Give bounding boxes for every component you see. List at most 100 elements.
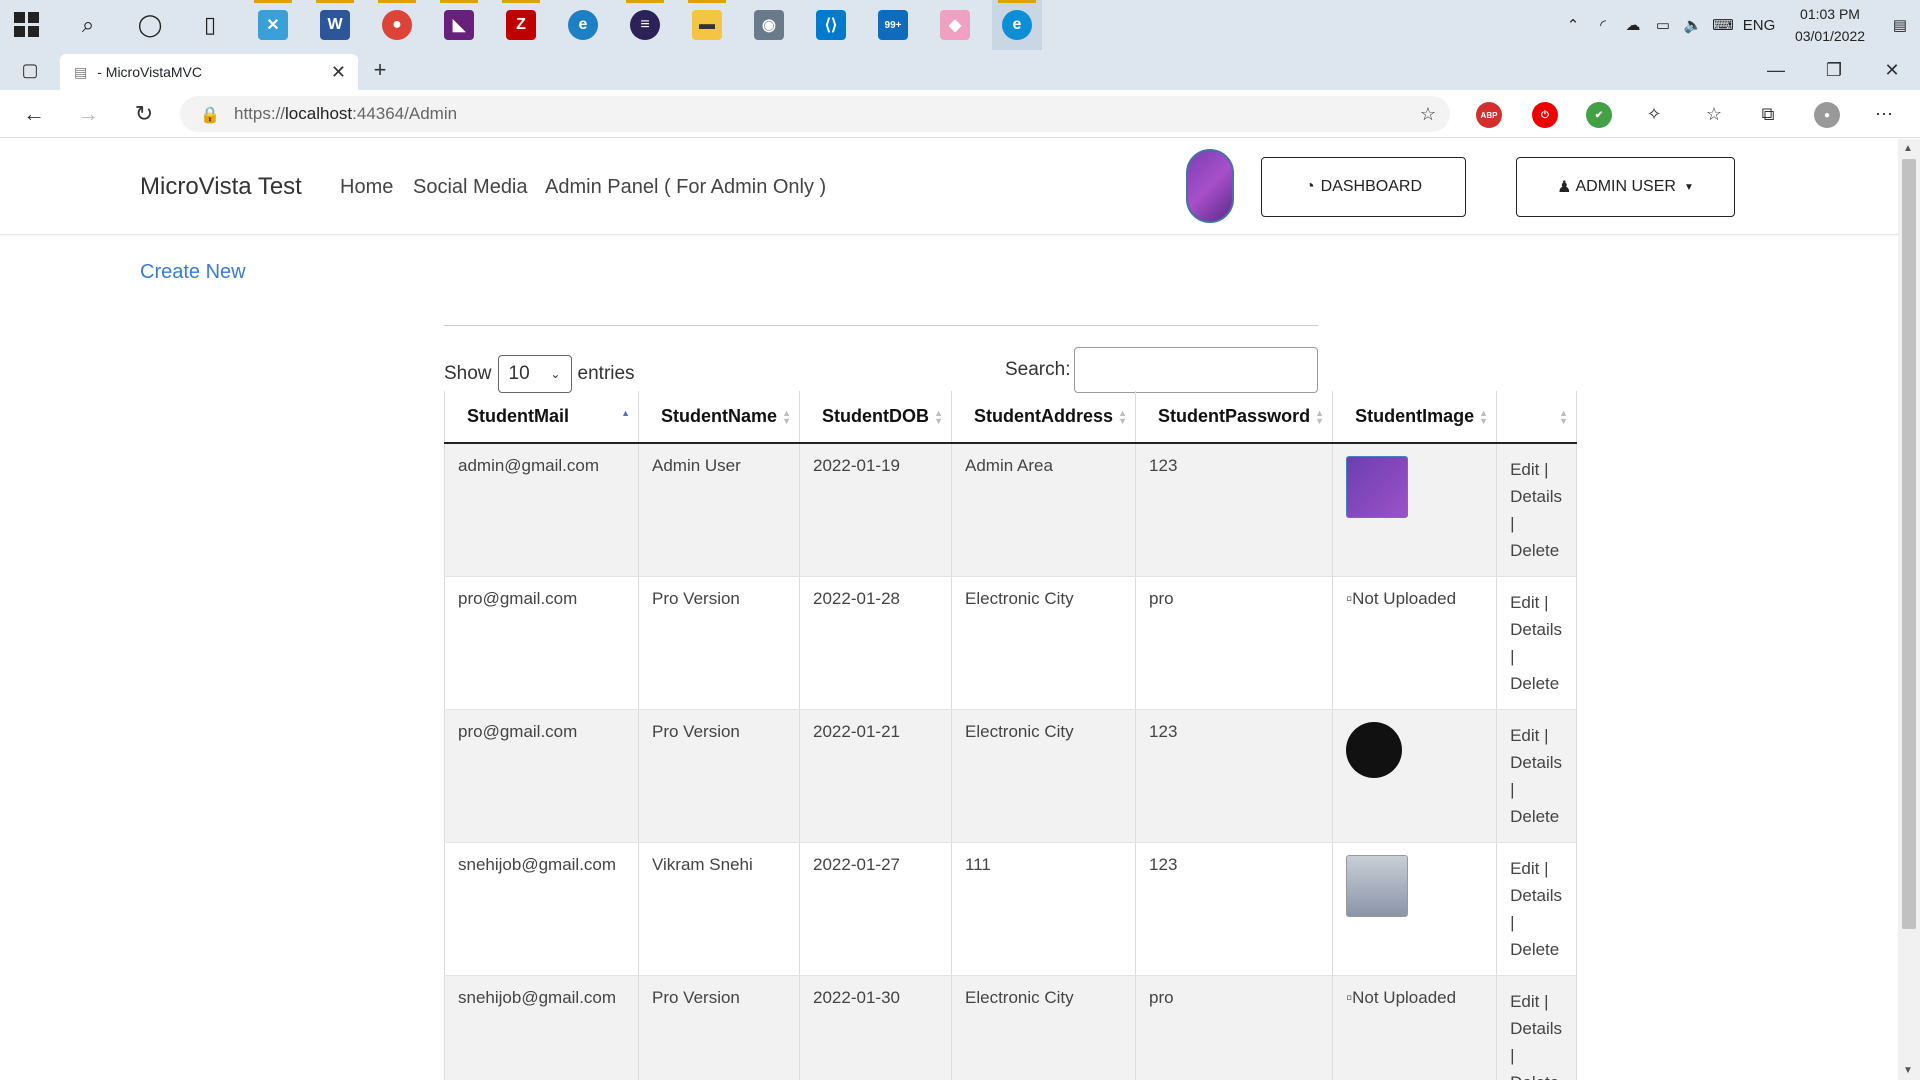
caret-down-icon: ▼	[1683, 181, 1694, 193]
delete-link[interactable]: Delete	[1510, 803, 1563, 830]
delete-link[interactable]: Delete	[1510, 936, 1563, 963]
forward-icon[interactable]: →	[70, 98, 106, 130]
delete-link[interactable]: Delete	[1510, 670, 1563, 697]
edit-link[interactable]: Edit |	[1510, 589, 1563, 616]
cortana-icon[interactable]: ◯	[132, 7, 168, 43]
edge-dev-icon[interactable]: e	[558, 0, 608, 50]
filezilla-icon[interactable]: Z	[496, 0, 546, 50]
clock-date: 03/01/2022	[1794, 28, 1866, 44]
details-link[interactable]: Details	[1510, 749, 1563, 776]
sort-icon: ▲ ▼	[1118, 408, 1128, 426]
edit-link[interactable]: Edit |	[1510, 456, 1563, 483]
file-explorer-icon[interactable]: ▬	[682, 0, 732, 50]
details-link[interactable]: Details	[1510, 882, 1563, 909]
delete-link[interactable]: Delete	[1510, 1069, 1563, 1080]
windows-start-icon[interactable]	[14, 12, 40, 38]
nav-home[interactable]: Home	[340, 176, 393, 199]
favorites-icon[interactable]: ☆	[1696, 98, 1732, 130]
browser-tab[interactable]: ▤ - MicroVistaMVC ✕	[60, 54, 358, 90]
eclipse-icon[interactable]: ≡	[620, 0, 670, 50]
search-icon[interactable]: ⌕	[70, 7, 106, 43]
word-icon[interactable]: W	[310, 0, 360, 50]
table-row: pro@gmail.com Pro Version 2022-01-21 Ele…	[444, 709, 1578, 843]
url-input[interactable]: https://localhost:44364/Admin	[180, 96, 1450, 132]
delete-link[interactable]: Delete	[1510, 537, 1563, 564]
nav-social-media[interactable]: Social Media	[413, 176, 528, 199]
task-view-icon[interactable]: ▯	[192, 7, 228, 43]
close-window-icon[interactable]: ✕	[1864, 50, 1920, 90]
new-tab-icon[interactable]: +	[362, 54, 398, 86]
cell-actions: Edit | Details | Delete	[1496, 842, 1578, 976]
more-icon[interactable]: ⋯	[1866, 98, 1902, 130]
scroll-down-icon[interactable]: ▼	[1903, 1065, 1913, 1076]
scrollbar-thumb[interactable]	[1902, 159, 1916, 929]
back-icon[interactable]: ←	[16, 98, 52, 130]
details-link[interactable]: Details	[1510, 616, 1563, 643]
chrome-icon[interactable]: ●	[372, 0, 422, 50]
lock-icon[interactable]: 🔒	[200, 105, 220, 125]
profile-icon[interactable]: ●	[1814, 102, 1840, 128]
brand-link[interactable]: MicroVista Test	[140, 173, 302, 201]
column-header-password[interactable]: StudentPassword ▲ ▼	[1135, 391, 1334, 444]
page-scrollbar[interactable]: ▲ ▼	[1898, 139, 1920, 1080]
column-header-address[interactable]: StudentAddress ▲ ▼	[951, 391, 1137, 444]
column-header-mail[interactable]: StudentMail ▲	[444, 391, 639, 444]
details-link[interactable]: Details	[1510, 1015, 1563, 1042]
details-link[interactable]: Details	[1510, 483, 1563, 510]
visual-studio-icon[interactable]: ◣	[434, 0, 484, 50]
keyboard-icon[interactable]: ⌨	[1708, 16, 1738, 34]
app-icon-1[interactable]: ✕	[248, 0, 298, 50]
adblock-icon[interactable]: ABP	[1476, 102, 1502, 128]
user-menu-button[interactable]: ♟ ADMIN USER ▼	[1516, 157, 1735, 217]
wifi-icon[interactable]: ◜	[1588, 16, 1618, 34]
tab-actions-icon[interactable]: ▢	[12, 54, 48, 86]
restore-icon[interactable]: ❐	[1806, 50, 1862, 90]
cell-name: Admin User	[638, 443, 801, 577]
search-input[interactable]	[1074, 347, 1318, 393]
cloud-icon[interactable]: ☁	[1618, 16, 1648, 34]
power-extension-icon[interactable]: ⏻	[1532, 102, 1558, 128]
edit-link[interactable]: Edit |	[1510, 988, 1563, 1015]
sort-icon: ▲ ▼	[1559, 408, 1569, 426]
table-header-row: StudentMail ▲ StudentName ▲ ▼ StudentDOB ▲ ▼ …	[444, 391, 1578, 444]
action-separator: |	[1510, 780, 1515, 799]
camera-icon[interactable]: ◉	[744, 0, 794, 50]
page-size-select[interactable]: 10 ⌄	[497, 355, 572, 393]
mail-icon[interactable]: 99+	[868, 0, 918, 50]
cell-mail: admin@gmail.com	[444, 443, 639, 577]
git-icon[interactable]: ◆	[930, 0, 980, 50]
column-header-dob[interactable]: StudentDOB ▲ ▼	[799, 391, 953, 444]
column-header-image[interactable]: StudentImage ▲ ▼	[1332, 391, 1498, 444]
column-header-name[interactable]: StudentName ▲ ▼	[638, 391, 801, 444]
cell-actions: Edit | Details | Delete	[1496, 709, 1578, 843]
url-prefix: https://	[234, 104, 286, 123]
scroll-up-icon[interactable]: ▲	[1903, 143, 1913, 154]
vscode-icon[interactable]: ⟨⟩	[806, 0, 856, 50]
battery-icon[interactable]: ▭	[1648, 16, 1678, 34]
cell-dob: 2022-01-19	[799, 443, 953, 577]
nav-admin-panel[interactable]: Admin Panel ( For Admin Only )	[545, 176, 826, 199]
user-avatar[interactable]	[1186, 149, 1234, 223]
chevron-up-icon[interactable]: ⌃	[1558, 16, 1588, 34]
notifications-icon[interactable]: ▤	[1880, 16, 1920, 34]
favorite-add-icon[interactable]: ☆	[1410, 98, 1446, 130]
minimize-icon[interactable]: —	[1748, 50, 1804, 90]
close-tab-icon[interactable]: ✕	[331, 62, 346, 83]
edit-link[interactable]: Edit |	[1510, 855, 1563, 882]
cell-mail: pro@gmail.com	[444, 709, 639, 843]
edit-link[interactable]: Edit |	[1510, 722, 1563, 749]
shield-icon[interactable]: ✔	[1586, 102, 1612, 128]
cell-dob: 2022-01-21	[799, 709, 953, 843]
volume-icon[interactable]: 🔈	[1678, 16, 1708, 34]
create-new-link[interactable]: Create New	[140, 261, 246, 284]
collections-icon[interactable]: ⧉	[1750, 98, 1786, 130]
language-indicator[interactable]: ENG	[1738, 17, 1780, 34]
edge-icon[interactable]: e	[992, 0, 1042, 50]
extensions-icon[interactable]: ✧	[1636, 98, 1672, 130]
refresh-icon[interactable]: ↻	[126, 98, 162, 130]
cell-password: 123	[1135, 842, 1334, 976]
clock[interactable]: 01:03 PM 03/01/2022	[1780, 3, 1880, 47]
header-label: StudentName	[661, 406, 778, 426]
column-header-actions[interactable]: ▲ ▼	[1496, 391, 1578, 444]
dashboard-button[interactable]: ◔ DASHBOARD	[1261, 157, 1466, 217]
